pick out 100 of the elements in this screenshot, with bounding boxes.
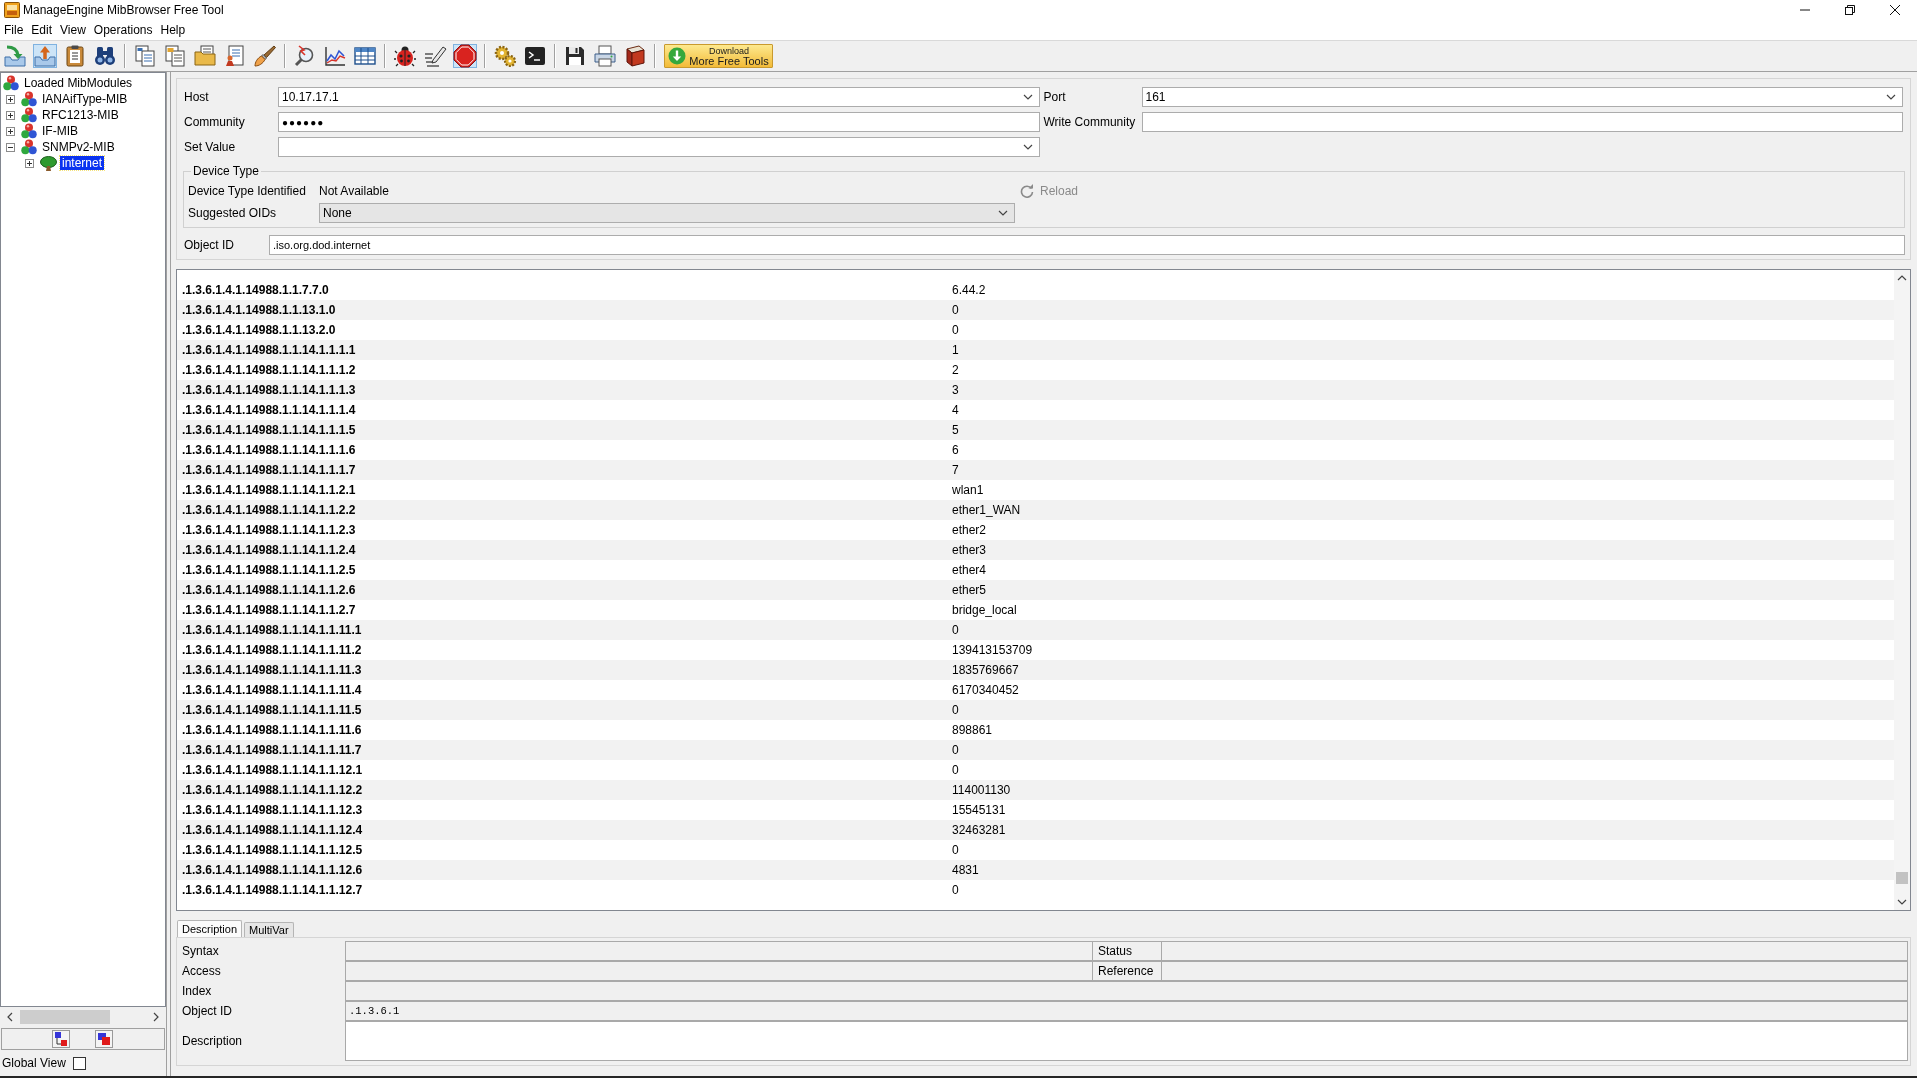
- field-label: Suggested OIDs: [188, 206, 278, 220]
- minimize-icon[interactable]: [1799, 9, 1810, 11]
- field-label: Device Type Identified: [188, 184, 307, 198]
- tree-item[interactable]: RFC1213-MIB: [40, 108, 121, 122]
- documents-icon[interactable]: [133, 44, 157, 68]
- table-row[interactable]: .1.3.6.1.4.1.14988.1.1.14.1.1.1.3 3: [177, 380, 1894, 400]
- table-cell: 0: [952, 323, 959, 337]
- table-cell: 0: [952, 303, 959, 317]
- chevron-down-icon[interactable]: [1886, 94, 1896, 100]
- chevron-down-icon[interactable]: [1897, 899, 1907, 905]
- pen-lines-icon[interactable]: [423, 44, 447, 68]
- menu-item[interactable]: Help: [156, 23, 190, 37]
- tree-item[interactable]: IF-MIB: [40, 124, 80, 138]
- menu-item[interactable]: Edit: [27, 23, 57, 37]
- table-cell: 139413153709: [952, 643, 1033, 657]
- close-icon[interactable]: [1889, 5, 1900, 15]
- tree-item[interactable]: Loaded MibModules: [22, 76, 135, 90]
- text-field[interactable]: .1.3.6.1: [345, 1001, 1908, 1021]
- scrollbar-thumb[interactable]: [20, 1009, 110, 1024]
- table-cell: .1.3.6.1.4.1.14988.1.1.14.1.1.12.1: [182, 763, 363, 777]
- collapse-icon[interactable]: [6, 142, 15, 152]
- combo-box[interactable]: 161: [1141, 87, 1903, 107]
- text-field[interactable]: [345, 961, 1093, 981]
- table-row[interactable]: .1.3.6.1.4.1.14988.1.1.14.1.1.2.4 ether3: [177, 540, 1894, 560]
- table-row[interactable]: .1.3.6.1.4.1.14988.1.1.14.1.1.2.6 ether5: [177, 580, 1894, 600]
- gears-icon[interactable]: [493, 44, 517, 68]
- chevron-right-icon[interactable]: [153, 1011, 159, 1022]
- refresh-icon: [1020, 184, 1034, 198]
- restore-icon[interactable]: [1844, 5, 1855, 15]
- expand-icon[interactable]: [6, 110, 15, 120]
- chevron-down-icon[interactable]: [998, 210, 1008, 216]
- documents-icon[interactable]: [163, 44, 187, 68]
- binoculars-icon[interactable]: [93, 44, 117, 68]
- text-field[interactable]: [345, 941, 1093, 961]
- tree-item[interactable]: internet: [60, 156, 105, 170]
- spheres-icon: [21, 123, 37, 139]
- text-field[interactable]: [1161, 961, 1908, 981]
- clipboard-icon[interactable]: [63, 44, 87, 68]
- text-field[interactable]: .iso.org.dod.internet: [269, 235, 1905, 255]
- table-row[interactable]: .1.3.6.1.4.1.14988.1.1.13.1.0 0: [177, 300, 1894, 320]
- brush-icon[interactable]: [253, 44, 277, 68]
- table-cell: .1.3.6.1.4.1.14988.1.1.14.1.1.2.7: [182, 603, 356, 617]
- folder-icon[interactable]: [193, 44, 217, 68]
- table-row[interactable]: .1.3.6.1.4.1.14988.1.1.14.1.1.1.1 1: [177, 340, 1894, 360]
- table-row[interactable]: .1.3.6.1.4.1.14988.1.1.14.1.1.2.2 ether1_WAN: [177, 500, 1894, 520]
- table-cell: .1.3.6.1.4.1.14988.1.1.14.1.1.11.3: [182, 663, 362, 677]
- chevron-down-icon[interactable]: [1022, 94, 1033, 100]
- line-chart-icon[interactable]: [323, 44, 347, 68]
- table-cell: 7: [952, 463, 959, 477]
- table-cell: .1.3.6.1.4.1.14988.1.1.14.1.1.1.1: [182, 343, 356, 357]
- table-cell: 4831: [952, 863, 979, 877]
- table-row[interactable]: .1.3.6.1.4.1.14988.1.1.14.1.1.12.2 114001130: [177, 780, 1894, 800]
- text-field[interactable]: [1141, 112, 1903, 132]
- scrollbar-thumb[interactable]: [1896, 872, 1908, 884]
- chevron-down-icon[interactable]: [1022, 144, 1033, 150]
- checkbox[interactable]: [72, 1056, 86, 1070]
- table-cell: .1.3.6.1.4.1.14988.1.1.7.7.0: [182, 283, 329, 297]
- table-cell: bridge_local: [952, 603, 1017, 617]
- password-field[interactable]: ●●●●●●: [278, 112, 1040, 132]
- table-row[interactable]: .1.3.6.1.4.1.14988.1.1.14.1.1.12.6 4831: [177, 860, 1894, 880]
- combo-box[interactable]: None: [319, 203, 1015, 223]
- table-row[interactable]: .1.3.6.1.4.1.14988.1.1.14.1.1.11.7 0: [177, 740, 1894, 760]
- overlapping-squares-icon[interactable]: [95, 1030, 113, 1048]
- text-field[interactable]: [1161, 941, 1908, 961]
- table-cell: .1.3.6.1.4.1.14988.1.1.14.1.1.11.4: [182, 683, 362, 697]
- table-cell: 0: [952, 743, 959, 757]
- table-row[interactable]: .1.3.6.1.4.1.14988.1.1.14.1.1.11.5 0: [177, 700, 1894, 720]
- expand-icon[interactable]: [25, 158, 34, 168]
- tree-icon: [40, 155, 57, 171]
- chevron-up-icon[interactable]: [1897, 275, 1907, 281]
- menu-item[interactable]: View: [56, 23, 90, 37]
- tree-item[interactable]: SNMPv2-MIB: [40, 140, 117, 154]
- chevron-left-icon[interactable]: [7, 1011, 13, 1022]
- terminal-icon[interactable]: [523, 44, 547, 68]
- table-row[interactable]: .1.3.6.1.4.1.14988.1.1.14.1.1.12.4 32463281: [177, 820, 1894, 840]
- tree-item[interactable]: IANAifType-MIB: [40, 92, 130, 106]
- expand-icon[interactable]: [6, 94, 15, 104]
- tab[interactable]: MultiVar: [244, 922, 294, 937]
- expand-icon[interactable]: [6, 126, 15, 136]
- table-row[interactable]: .1.3.6.1.4.1.14988.1.1.14.1.1.1.5 5: [177, 420, 1894, 440]
- field-label: Object ID: [182, 1003, 233, 1020]
- table-cell: .1.3.6.1.4.1.14988.1.1.14.1.1.2.6: [182, 583, 356, 597]
- table-cell: .1.3.6.1.4.1.14988.1.1.14.1.1.2.3: [182, 523, 356, 537]
- bug-icon[interactable]: [393, 44, 417, 68]
- menu-item[interactable]: File: [0, 23, 28, 37]
- text-field[interactable]: [345, 981, 1908, 1001]
- printer-icon[interactable]: [593, 44, 617, 68]
- hierarchy-icon[interactable]: [52, 1030, 70, 1048]
- book-icon[interactable]: [623, 44, 647, 68]
- table-row[interactable]: .1.3.6.1.4.1.14988.1.1.14.1.1.11.3 1835769667: [177, 660, 1894, 680]
- tab[interactable]: Description: [177, 920, 243, 937]
- table-row[interactable]: .1.3.6.1.4.1.14988.1.1.14.1.1.11.1 0: [177, 620, 1894, 640]
- document-icon[interactable]: [223, 44, 247, 68]
- menu-item[interactable]: Operations: [89, 23, 157, 37]
- table-row[interactable]: .1.3.6.1.4.1.14988.1.1.14.1.1.1.7 7: [177, 460, 1894, 480]
- download-button[interactable]: Download More Free Tools: [664, 44, 773, 68]
- table-icon[interactable]: [353, 44, 377, 68]
- combo-box[interactable]: 10.17.17.1: [278, 87, 1040, 107]
- stop-sign-icon[interactable]: [453, 44, 477, 68]
- tray-arrow-icon[interactable]: [3, 44, 27, 68]
